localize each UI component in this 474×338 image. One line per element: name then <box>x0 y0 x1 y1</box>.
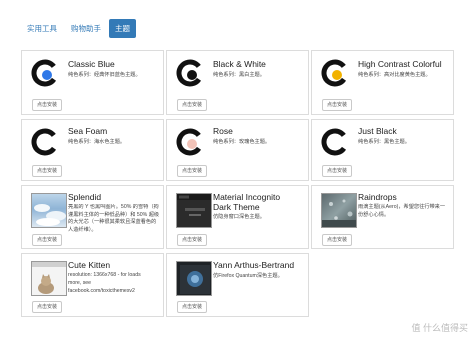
theme-title: Rose <box>213 126 233 136</box>
theme-description: 纯色系列：高对比度黄色主题。 <box>358 72 431 78</box>
install-button[interactable]: 点击安装 <box>177 301 208 313</box>
theme-title: Yann Arthus-Bertrand <box>213 260 295 270</box>
tab-shopping-assistant[interactable]: 购物助手 <box>65 19 107 38</box>
theme-description-line-2: more, see <box>68 280 92 286</box>
theme-description-line-1: resolution: 1366x768 - for loads <box>68 272 141 278</box>
install-button[interactable]: 点击安装 <box>322 165 353 177</box>
theme-title: Sea Foam <box>68 126 108 136</box>
theme-c-logo-icon <box>176 128 204 156</box>
install-button[interactable]: 点击安装 <box>322 234 353 246</box>
install-button[interactable]: 点击安装 <box>177 99 208 111</box>
theme-description: 亮黑的 Y 也黑叫图片。50% 的雪特（拘谨黑料主体的一种低品种）和 50% 超… <box>68 204 160 233</box>
theme-title: High Contrast Colorful <box>358 59 442 69</box>
install-button[interactable]: 点击安装 <box>32 165 63 177</box>
theme-card-raindrops: Raindrops 雨滴主题(从Aero)，希望您往行带来一份舒心心情。 点击安… <box>311 185 454 249</box>
theme-card-high-contrast-colorful: High Contrast Colorful 纯色系列：高对比度黄色主题。 点击… <box>311 50 454 115</box>
theme-preview-thumbnail <box>31 193 67 228</box>
install-button[interactable]: 点击安装 <box>32 234 63 246</box>
theme-title: Black & White <box>213 59 266 69</box>
theme-description: 纯色系列：黑色主题。 <box>358 139 410 145</box>
theme-title: Cute Kitten <box>68 260 111 270</box>
theme-title-line-2: Dark Theme <box>213 202 260 212</box>
theme-title: Just Black <box>358 126 397 136</box>
theme-c-logo-icon <box>321 128 349 156</box>
tab-utilities[interactable]: 实用工具 <box>21 19 63 38</box>
theme-c-logo-icon <box>31 59 59 87</box>
install-button[interactable]: 点击安装 <box>32 99 63 111</box>
theme-card-sea-foam: Sea Foam 纯色系列：海水色主题。 点击安装 <box>21 119 164 181</box>
theme-description: 仿隐身窗口深色主题。 <box>213 214 265 220</box>
theme-card-material-incognito: Material Incognito Dark Theme 仿隐身窗口深色主题。… <box>166 185 309 249</box>
theme-title: Classic Blue <box>68 59 115 69</box>
theme-c-logo-icon <box>31 128 59 156</box>
theme-description: 仿Firefox Quantum深色主题。 <box>213 273 283 279</box>
site-watermark: 值 什么值得买 <box>411 323 468 333</box>
theme-card-just-black: Just Black 纯色系列：黑色主题。 点击安装 <box>311 119 454 181</box>
theme-preview-thumbnail <box>176 193 212 228</box>
theme-description: 雨滴主题(从Aero)，希望您往行带来一份舒心心情。 <box>358 204 446 218</box>
install-button[interactable]: 点击安装 <box>177 234 208 246</box>
theme-description: 纯色系列：黑白主题。 <box>213 72 265 78</box>
theme-description: 纯色系列：玫瑰色主题。 <box>213 139 271 145</box>
theme-preview-thumbnail <box>321 193 357 228</box>
theme-description: 纯色系列：海水色主题。 <box>68 139 126 145</box>
theme-preview-thumbnail <box>31 261 67 296</box>
theme-card-classic-blue: Classic Blue 纯色系列：经典怀旧蓝色主题。 点击安装 <box>21 50 164 115</box>
theme-card-cute-kitten: Cute Kitten resolution: 1366x768 - for l… <box>21 253 164 317</box>
install-button[interactable]: 点击安装 <box>32 301 63 313</box>
theme-card-black-white: Black & White 纯色系列：黑白主题。 点击安装 <box>166 50 309 115</box>
theme-card-rose: Rose 纯色系列：玫瑰色主题。 点击安装 <box>166 119 309 181</box>
theme-description-line-3: facebook.com/toxicthemesv2 <box>68 288 135 294</box>
theme-card-yann-arthus-bertrand: Yann Arthus-Bertrand 仿Firefox Quantum深色主… <box>166 253 309 317</box>
install-button[interactable]: 点击安装 <box>322 99 353 111</box>
theme-title: Raindrops <box>358 192 397 202</box>
theme-c-logo-icon <box>321 59 349 87</box>
theme-c-logo-icon <box>176 59 204 87</box>
theme-title-line-1: Material Incognito <box>213 192 281 202</box>
theme-preview-thumbnail <box>176 261 212 296</box>
tab-themes[interactable]: 主题 <box>109 18 136 38</box>
theme-title: Splendid <box>68 192 102 202</box>
install-button[interactable]: 点击安装 <box>177 165 208 177</box>
tab-bar: 实用工具 购物助手 主题 <box>21 18 138 38</box>
theme-card-splendid: Splendid 亮黑的 Y 也黑叫图片。50% 的雪特（拘谨黑料主体的一种低品… <box>21 185 164 249</box>
theme-description: 纯色系列：经典怀旧蓝色主题。 <box>68 72 141 78</box>
